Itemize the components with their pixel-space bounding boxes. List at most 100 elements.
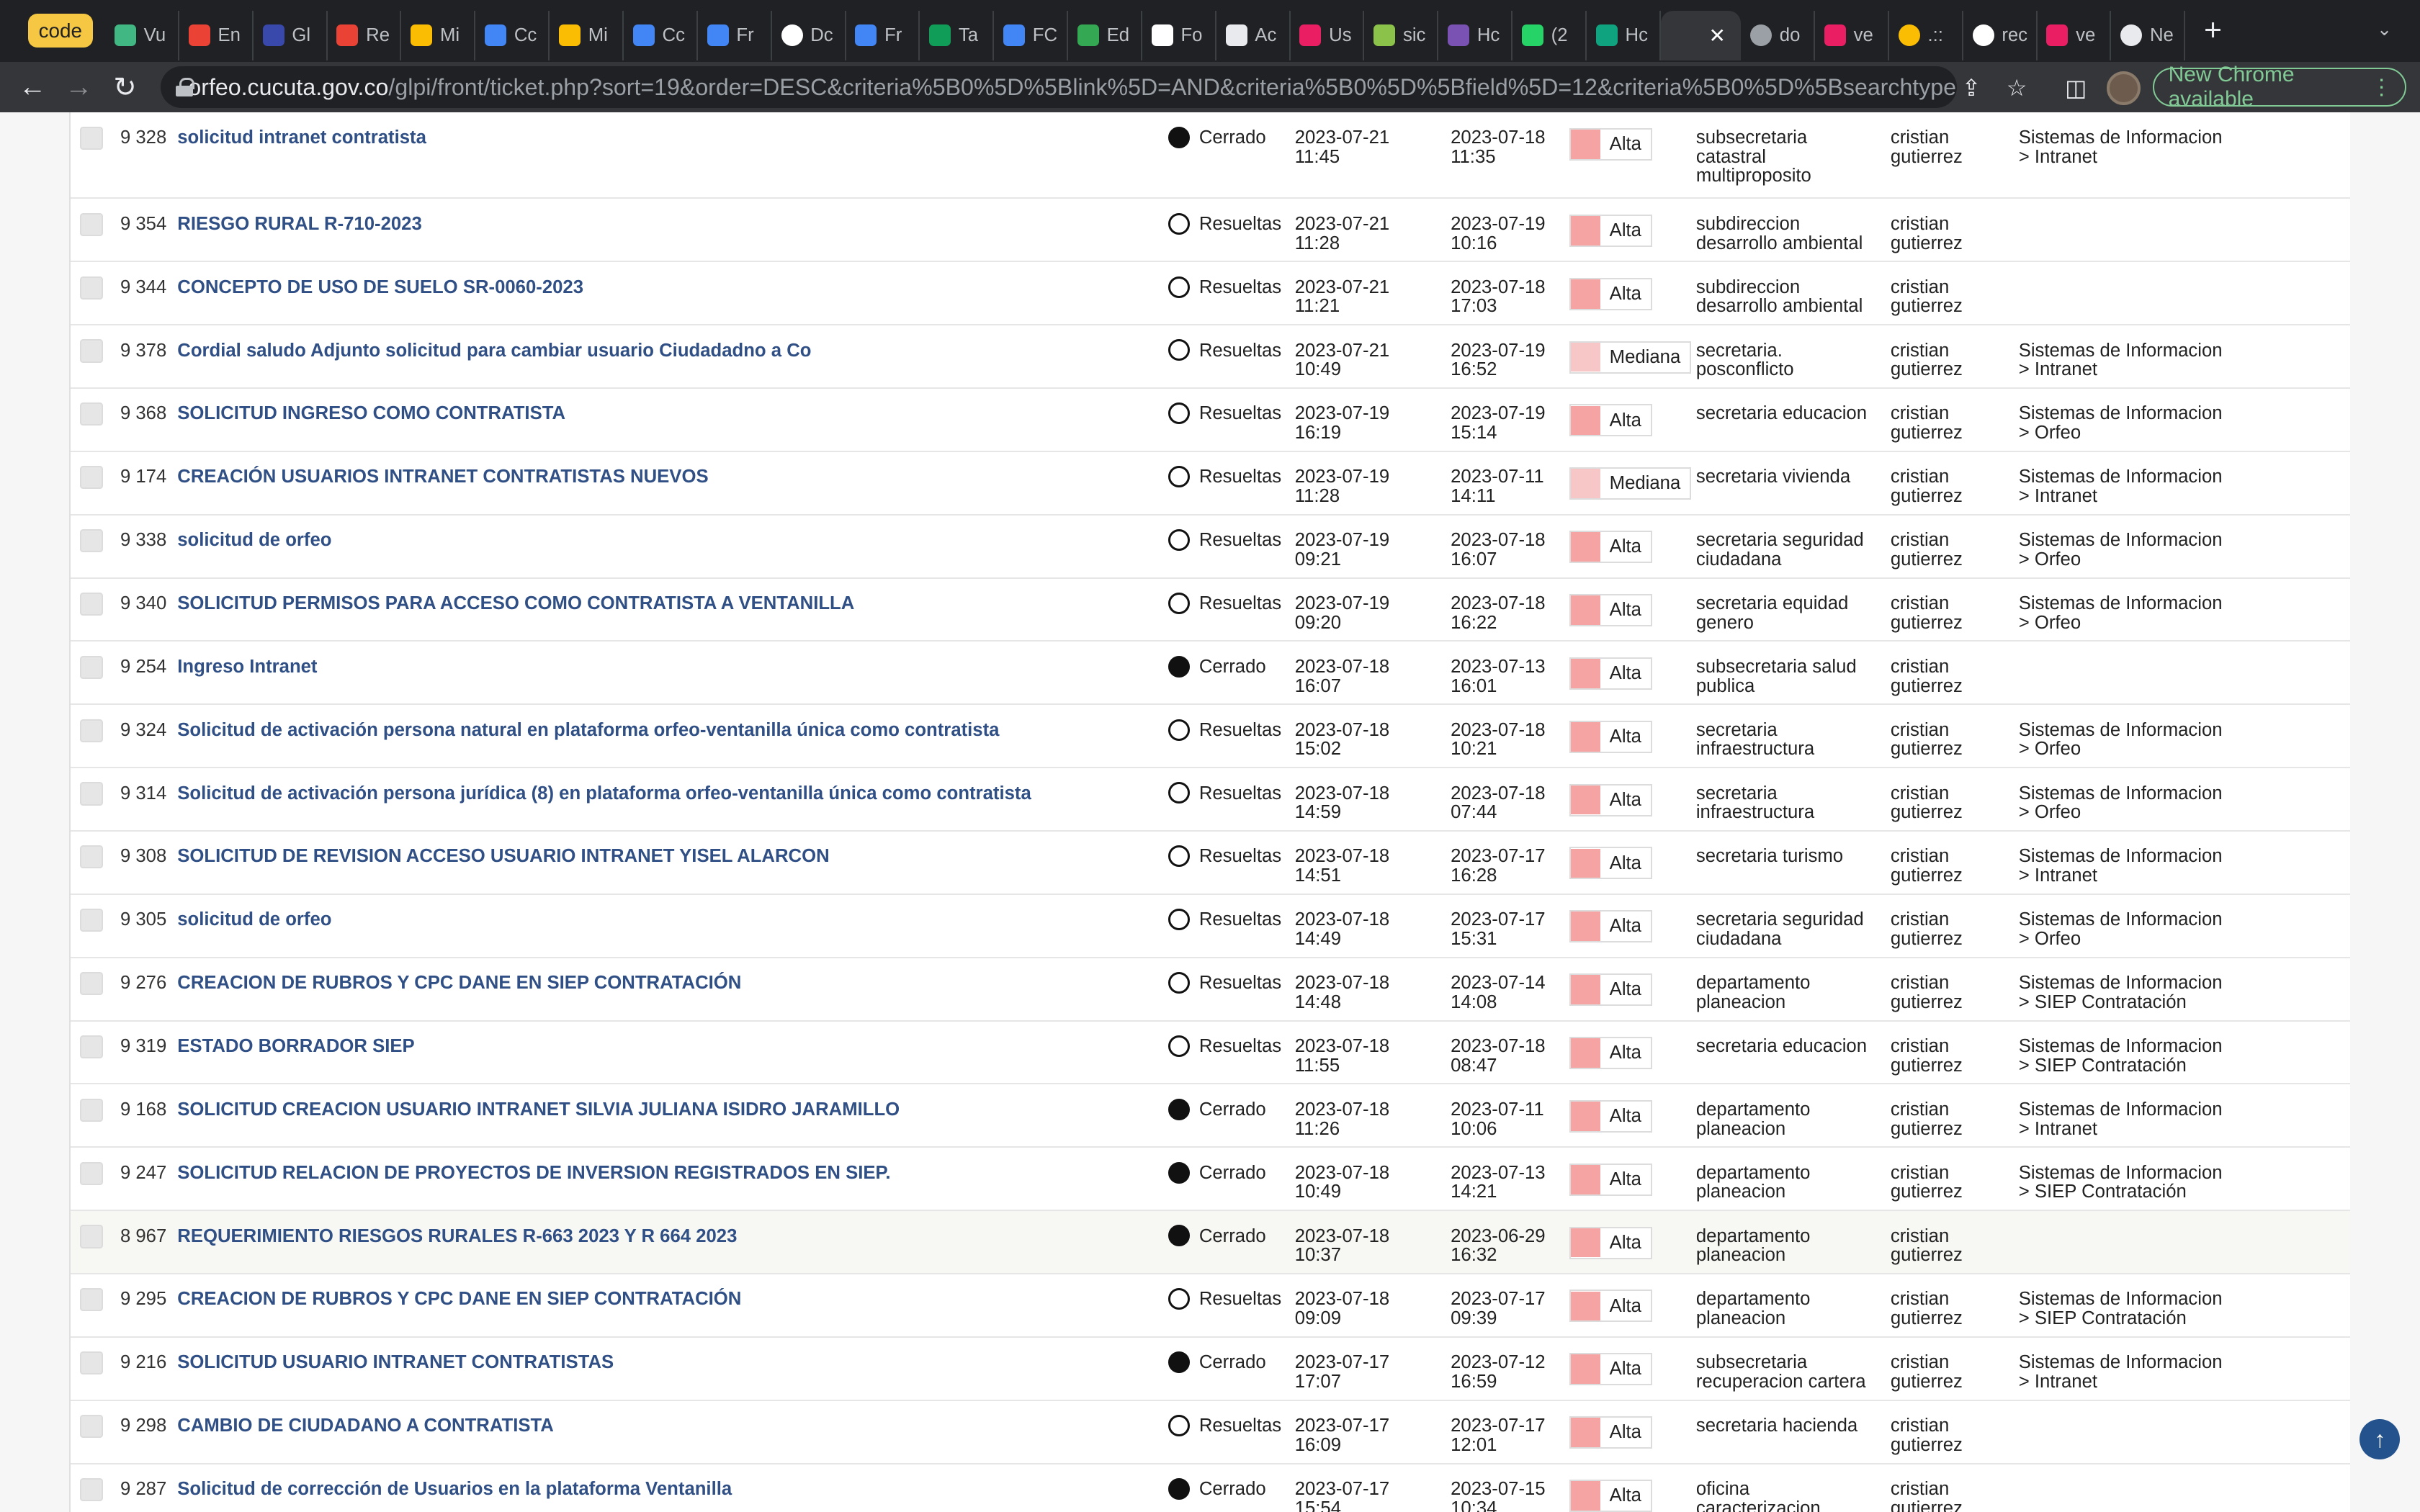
browser-tab[interactable]: Gl: [254, 10, 328, 60]
row-checkbox[interactable]: [80, 1035, 104, 1058]
scroll-to-top-icon[interactable]: ↑: [2360, 1419, 2401, 1460]
table-row[interactable]: 9 276 CREACION DE RUBROS Y CPC DANE EN SI…: [71, 958, 2351, 1022]
browser-tab[interactable]: Vu: [105, 10, 179, 60]
browser-tab[interactable]: do: [1741, 10, 1816, 60]
ticket-title-link[interactable]: CREACION DE RUBROS Y CPC DANE EN SIEP CO…: [177, 1289, 741, 1309]
browser-tab[interactable]: Cc: [475, 10, 550, 60]
browser-tab[interactable]: Ac: [1216, 10, 1291, 60]
back-arrow-icon[interactable]: ←: [9, 71, 55, 103]
browser-tab[interactable]: rec: [1963, 10, 2038, 60]
browser-tab[interactable]: ve: [2038, 10, 2112, 60]
ticket-title-link[interactable]: REQUERIMIENTO RIESGOS RURALES R-663 2023…: [177, 1226, 737, 1246]
table-row[interactable]: 9 247 SOLICITUD RELACION DE PROYECTOS DE …: [71, 1148, 2351, 1212]
share-icon[interactable]: ⇪: [1962, 74, 1981, 102]
table-row[interactable]: 9 308 SOLICITUD DE REVISION ACCESO USUARI…: [71, 831, 2351, 895]
ticket-title-link[interactable]: CAMBIO DE CIUDADANO A CONTRATISTA: [177, 1416, 554, 1436]
browser-tab[interactable]: Cc: [624, 10, 698, 60]
address-bar[interactable]: orfeo.cucuta.gov.co/glpi/front/ticket.ph…: [160, 66, 1958, 108]
row-checkbox[interactable]: [80, 528, 104, 553]
table-row[interactable]: 9 338 solicitud de orfeo Resueltas 2023-07-…: [71, 515, 2351, 579]
tab-search-chevron-icon[interactable]: ⌄: [2377, 19, 2393, 40]
row-checkbox[interactable]: [80, 402, 104, 426]
row-checkbox[interactable]: [80, 1414, 104, 1439]
browser-tab[interactable]: Us: [1291, 10, 1365, 60]
ticket-title-link[interactable]: SOLICITUD INGRESO COMO CONTRATISTA: [177, 403, 565, 423]
table-row[interactable]: 9 319 ESTADO BORRADOR SIEP Resueltas 2023-0…: [71, 1021, 2351, 1085]
row-checkbox[interactable]: [80, 719, 104, 742]
ticket-title-link[interactable]: solicitud intranet contratista: [177, 127, 426, 148]
browser-tab[interactable]: ve: [1815, 10, 1889, 60]
ticket-title-link[interactable]: SOLICITUD CREACION USUARIO INTRANET SILV…: [177, 1099, 900, 1120]
table-row[interactable]: 9 368 SOLICITUD INGRESO COMO CONTRATISTA R…: [71, 388, 2351, 452]
browser-tab[interactable]: Fr: [846, 10, 920, 60]
browser-tab[interactable]: Hc: [1438, 10, 1513, 60]
profile-avatar[interactable]: [2107, 71, 2141, 105]
browser-tab[interactable]: ✕: [1660, 10, 1742, 60]
ticket-title-link[interactable]: SOLICITUD USUARIO INTRANET CONTRATISTAS: [177, 1352, 614, 1372]
browser-tab[interactable]: Mi: [401, 10, 476, 60]
row-checkbox[interactable]: [80, 212, 104, 236]
ticket-title-link[interactable]: SOLICITUD DE REVISION ACCESO USUARIO INT…: [177, 846, 829, 866]
ticket-title-link[interactable]: CREACIÓN USUARIOS INTRANET CONTRATISTAS …: [177, 467, 708, 487]
browser-tab[interactable]: Mi: [550, 10, 624, 60]
table-row[interactable]: 9 344 CONCEPTO DE USO DE SUELO SR-0060-20…: [71, 262, 2351, 326]
row-checkbox[interactable]: [80, 1288, 104, 1312]
table-row[interactable]: 9 305 solicitud de orfeo Resueltas 2023-07-…: [71, 894, 2351, 958]
reload-icon[interactable]: ↻: [102, 71, 148, 104]
chrome-update-button[interactable]: New Chrome available ⋮: [2153, 63, 2406, 111]
row-checkbox[interactable]: [80, 909, 104, 932]
table-row[interactable]: 9 174 CREACIÓN USUARIOS INTRANET CONTRATI…: [71, 451, 2351, 516]
ticket-title-link[interactable]: ESTADO BORRADOR SIEP: [177, 1036, 414, 1056]
table-row[interactable]: 9 324 Solicitud de activación persona nat…: [71, 705, 2351, 769]
row-checkbox[interactable]: [80, 592, 104, 616]
browser-tab[interactable]: Dc: [772, 10, 846, 60]
table-row[interactable]: 9 378 Cordial saludo Adjunto solicitud pa…: [71, 325, 2351, 389]
row-checkbox[interactable]: [80, 126, 104, 150]
ticket-title-link[interactable]: Ingreso Intranet: [177, 657, 317, 677]
row-checkbox[interactable]: [80, 276, 104, 300]
ticket-title-link[interactable]: Cordial saludo Adjunto solicitud para ca…: [177, 341, 811, 361]
browser-tab[interactable]: Fr: [698, 10, 772, 60]
table-row[interactable]: 9 340 SOLICITUD PERMISOS PARA ACCESO COMO…: [71, 578, 2351, 642]
row-checkbox[interactable]: [80, 1098, 104, 1122]
ticket-title-link[interactable]: RIESGO RURAL R-710-2023: [177, 214, 422, 234]
table-row[interactable]: 9 298 CAMBIO DE CIUDADANO A CONTRATISTA Re…: [71, 1400, 2351, 1464]
browser-tab[interactable]: Hc: [1587, 10, 1661, 60]
ticket-title-link[interactable]: SOLICITUD RELACION DE PROYECTOS DE INVER…: [177, 1163, 890, 1183]
browser-tab[interactable]: Ed: [1068, 10, 1142, 60]
table-row[interactable]: 9 254 Ingreso Intranet Cerrado 2023-07-18 16…: [71, 642, 2351, 706]
ticket-title-link[interactable]: solicitud de orfeo: [177, 530, 331, 550]
browser-tab[interactable]: sic: [1364, 10, 1439, 60]
ticket-title-link[interactable]: SOLICITUD PERMISOS PARA ACCESO COMO CONT…: [177, 593, 854, 613]
browser-tab[interactable]: FC: [994, 10, 1069, 60]
row-checkbox[interactable]: [80, 1351, 104, 1375]
table-row[interactable]: 9 295 CREACION DE RUBROS Y CPC DANE EN SI…: [71, 1274, 2351, 1338]
ticket-title-link[interactable]: CREACION DE RUBROS Y CPC DANE EN SIEP CO…: [177, 973, 741, 993]
browser-tab[interactable]: .::: [1889, 10, 1963, 60]
close-tab-icon[interactable]: ✕: [1708, 24, 1725, 48]
browser-tab[interactable]: En: [179, 10, 254, 60]
new-tab-icon[interactable]: +: [2204, 13, 2222, 48]
table-row[interactable]: 9 314 Solicitud de activación persona jur…: [71, 768, 2351, 832]
row-checkbox[interactable]: [80, 339, 104, 363]
bookmark-star-icon[interactable]: ☆: [2007, 74, 2027, 102]
table-row[interactable]: 9 328 solicitud intranet contratista Cerra…: [71, 112, 2351, 199]
table-row[interactable]: 9 216 SOLICITUD USUARIO INTRANET CONTRATI…: [71, 1337, 2351, 1401]
row-checkbox[interactable]: [80, 655, 104, 679]
row-checkbox[interactable]: [80, 1161, 104, 1185]
ticket-title-link[interactable]: Solicitud de activación persona natural …: [177, 720, 999, 740]
browser-tab[interactable]: (2: [1512, 10, 1587, 60]
row-checkbox[interactable]: [80, 782, 104, 806]
browser-tab[interactable]: Ta: [920, 10, 995, 60]
table-row[interactable]: 9 168 SOLICITUD CREACION USUARIO INTRANET…: [71, 1084, 2351, 1148]
side-panel-icon[interactable]: ◫: [2065, 74, 2087, 102]
table-row[interactable]: 9 287 Solicitud de corrección de Usuarios…: [71, 1464, 2351, 1512]
ticket-title-link[interactable]: solicitud de orfeo: [177, 909, 331, 930]
row-checkbox[interactable]: [80, 1477, 104, 1501]
row-checkbox[interactable]: [80, 845, 104, 869]
ticket-title-link[interactable]: CONCEPTO DE USO DE SUELO SR-0060-2023: [177, 277, 583, 297]
ticket-title-link[interactable]: Solicitud de corrección de Usuarios en l…: [177, 1479, 732, 1499]
forward-arrow-icon[interactable]: →: [55, 71, 102, 103]
row-checkbox[interactable]: [80, 971, 104, 996]
row-checkbox[interactable]: [80, 1225, 104, 1248]
